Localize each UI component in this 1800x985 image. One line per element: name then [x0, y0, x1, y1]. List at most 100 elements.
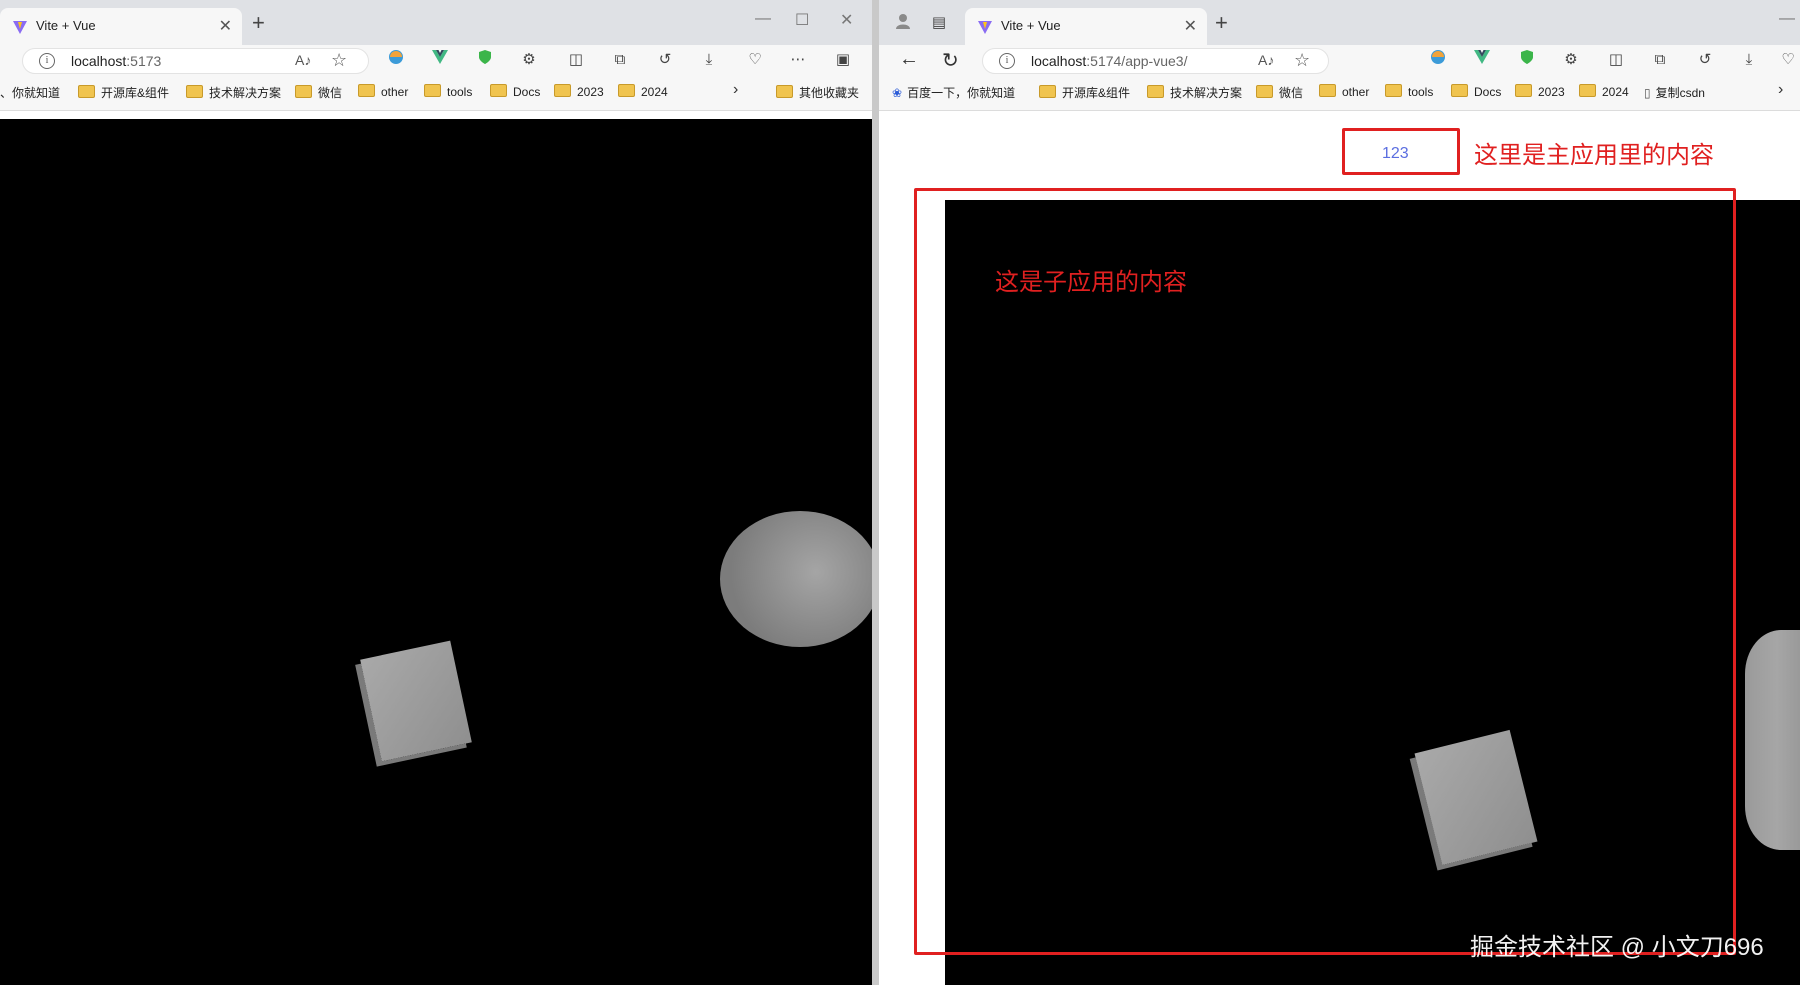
folder-icon — [358, 84, 375, 97]
minimize-icon[interactable]: — — [755, 10, 771, 28]
window-divider — [872, 0, 879, 985]
collections-icon[interactable]: ⧉ — [1649, 49, 1671, 71]
close-window-icon[interactable]: ✕ — [840, 10, 853, 30]
close-icon[interactable]: ✕ — [1184, 16, 1197, 36]
folder-icon — [554, 84, 571, 97]
extension-icon[interactable]: ⚙ — [518, 49, 540, 71]
bookmarks-bar: ❀ 百度一下，你就知道 开源库&组件 技术解决方案 微信 other tools … — [879, 75, 1800, 111]
folder-icon — [295, 85, 312, 98]
bookmark-folder[interactable]: 技术解决方案 — [186, 84, 281, 101]
bookmark-folder[interactable]: 2023 — [554, 84, 604, 99]
history-icon[interactable]: ↺ — [654, 49, 676, 71]
folder-icon — [776, 85, 793, 98]
back-icon[interactable]: ← — [899, 48, 919, 71]
sub-app-highlight-box — [914, 188, 1736, 955]
sidebar-icon[interactable]: ▣ — [832, 49, 854, 71]
performance-icon[interactable]: ♡ — [744, 49, 766, 71]
folder-icon — [1319, 84, 1336, 97]
right-browser-window: ▤ Vite + Vue ✕ + — ← ↻ i localhost:5174/… — [879, 0, 1800, 985]
collections-icon[interactable]: ⧉ — [609, 49, 631, 71]
tab-title: Vite + Vue — [36, 18, 96, 33]
tab-vite-vue[interactable]: Vite + Vue ✕ — [0, 8, 242, 45]
shield-icon[interactable] — [1516, 49, 1538, 71]
address-toolbar: ← ↻ i localhost:5174/app-vue3/ A♪ ☆ ⚙ ◫ … — [879, 45, 1800, 75]
downloads-icon[interactable]: ⤓ — [698, 49, 720, 71]
bookmark-folder[interactable]: 开源库&组件 — [1039, 84, 1130, 101]
tab-strip: Vite + Vue ✕ + — ☐ ✕ — [0, 0, 872, 45]
bookmark-folder[interactable]: 微信 — [1256, 84, 1303, 101]
read-aloud-icon[interactable]: A♪ — [1258, 52, 1274, 68]
tab-vite-vue[interactable]: Vite + Vue ✕ — [965, 8, 1207, 45]
bookmark-folder[interactable]: other — [358, 84, 408, 99]
chevron-right-icon[interactable]: › — [733, 81, 738, 99]
bookmark-folder[interactable]: 2023 — [1515, 84, 1565, 99]
folder-icon — [1385, 84, 1402, 97]
bookmark-other-favorites[interactable]: 其他收藏夹 — [776, 84, 859, 101]
sphere-object — [720, 511, 872, 647]
chevron-right-icon[interactable]: › — [1778, 81, 1783, 99]
tab-strip: ▤ Vite + Vue ✕ + — — [879, 0, 1800, 45]
tab-title: Vite + Vue — [1001, 18, 1061, 33]
address-bar[interactable]: i localhost:5173 A♪ ☆ — [22, 48, 369, 74]
watermark-text: 掘金技术社区 @ 小文刀696 — [1470, 934, 1764, 961]
maximize-icon[interactable]: ☐ — [795, 10, 809, 30]
bookmark-folder[interactable]: 微信 — [295, 84, 342, 101]
baidu-paw-icon: ❀ — [892, 86, 903, 100]
bookmark-folder[interactable]: 2024 — [618, 84, 668, 99]
address-toolbar: i localhost:5173 A♪ ☆ ⚙ ◫ ⧉ ↺ ⤓ ♡ ⋯ ▣ — [0, 45, 872, 75]
bookmark-baidu[interactable]: ❀ 百度一下，你就知道 — [892, 84, 1015, 101]
performance-icon[interactable]: ♡ — [1777, 49, 1799, 71]
split-screen-icon[interactable]: ◫ — [1605, 49, 1627, 71]
counter-value[interactable]: 123 — [1382, 145, 1409, 163]
bookmark-folder[interactable]: 技术解决方案 — [1147, 84, 1242, 101]
vite-favicon — [978, 21, 992, 34]
reload-icon[interactable]: ↻ — [942, 48, 959, 73]
bookmark-folder[interactable]: 2024 — [1579, 84, 1629, 99]
folder-icon — [1451, 84, 1468, 97]
vue-devtools-icon[interactable] — [429, 49, 451, 71]
folder-icon — [186, 85, 203, 98]
bookmark-folder[interactable]: other — [1319, 84, 1369, 99]
edge-ext-icon[interactable] — [1427, 49, 1449, 71]
extension-icon[interactable]: ⚙ — [1560, 49, 1582, 71]
history-icon[interactable]: ↺ — [1694, 49, 1716, 71]
vue-devtools-icon[interactable] — [1471, 49, 1493, 71]
cylinder-object — [1745, 630, 1800, 850]
bookmark-folder[interactable]: 开源库&组件 — [78, 84, 169, 101]
folder-icon — [618, 84, 635, 97]
more-icon[interactable]: ⋯ — [787, 49, 809, 71]
bookmark-folder[interactable]: Docs — [490, 84, 540, 99]
close-icon[interactable]: ✕ — [219, 16, 232, 36]
bookmark-page[interactable]: ▯ 复制csdn — [1644, 84, 1705, 101]
folder-icon — [1256, 85, 1273, 98]
new-tab-icon[interactable]: + — [252, 10, 265, 36]
address-bar[interactable]: i localhost:5174/app-vue3/ A♪ ☆ — [982, 48, 1329, 74]
url-text: localhost:5173 — [71, 53, 162, 69]
bookmark-folder[interactable]: Docs — [1451, 84, 1501, 99]
favorite-star-icon[interactable]: ☆ — [331, 50, 347, 71]
folder-icon — [1147, 85, 1164, 98]
bookmarks-bar: 、你就知道 开源库&组件 技术解决方案 微信 other tools Docs … — [0, 75, 872, 111]
favorite-star-icon[interactable]: ☆ — [1294, 50, 1310, 71]
info-icon[interactable]: i — [39, 53, 55, 69]
minimize-icon[interactable]: — — [1779, 10, 1795, 28]
info-icon[interactable]: i — [999, 53, 1015, 69]
new-tab-icon[interactable]: + — [1215, 10, 1228, 36]
bookmark-baidu[interactable]: 、你就知道 — [0, 84, 60, 101]
url-text: localhost:5174/app-vue3/ — [1031, 53, 1188, 69]
folder-icon — [490, 84, 507, 97]
split-screen-icon[interactable]: ◫ — [565, 49, 587, 71]
tab-actions-icon[interactable]: ▤ — [928, 12, 950, 34]
page-content: 123 这里是主应用里的内容 这是子应用的内容 掘金技术社区 @ 小文刀696 — [879, 111, 1800, 985]
folder-icon — [424, 84, 441, 97]
read-aloud-icon[interactable]: A♪ — [295, 52, 311, 68]
bookmark-folder[interactable]: tools — [1385, 84, 1433, 99]
edge-ext-icon[interactable] — [385, 49, 407, 71]
shield-icon[interactable] — [474, 49, 496, 71]
left-browser-window: Vite + Vue ✕ + — ☐ ✕ i localhost:5173 A♪… — [0, 0, 872, 985]
downloads-icon[interactable]: ⤓ — [1738, 49, 1760, 71]
folder-icon — [1039, 85, 1056, 98]
bookmark-folder[interactable]: tools — [424, 84, 472, 99]
threejs-canvas[interactable] — [0, 119, 872, 985]
profile-icon[interactable] — [892, 12, 914, 34]
